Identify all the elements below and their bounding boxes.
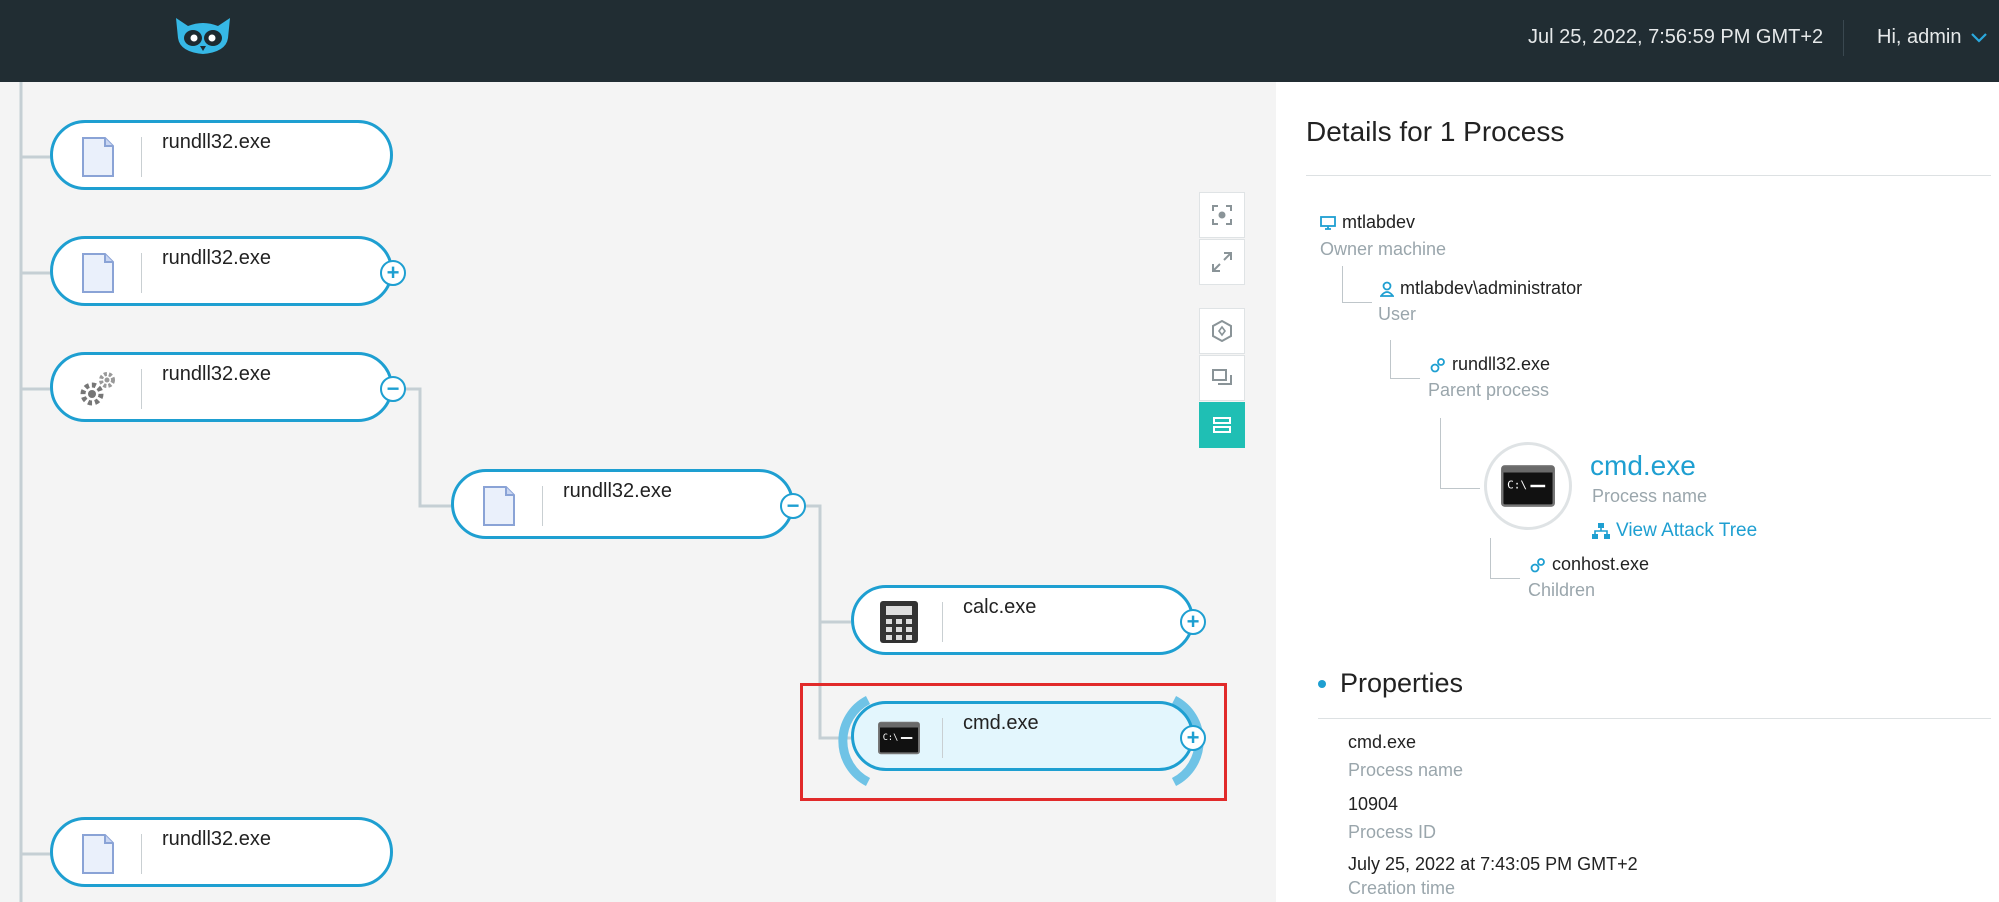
user-menu[interactable]: Hi, admin [1877,26,1988,49]
properties-heading: Properties [1340,668,1464,698]
tree-line [1490,578,1520,579]
layout-tool-button[interactable] [1199,308,1245,354]
process-node-rundll32[interactable]: rundll32.exe [451,469,794,539]
process-node-rundll32[interactable]: rundll32.exe [50,236,393,306]
details-panel: Details for 1 Process mtlabdev Owner mac… [1276,82,1999,902]
parent-process-caption: Parent process [1428,380,1550,400]
windows-tool-button[interactable] [1199,355,1245,401]
node-separator [141,369,142,409]
properties-divider [1318,718,1991,719]
process-node-label: rundll32.exe [563,480,672,502]
windows-icon [1212,369,1232,385]
collapse-node-button[interactable]: − [380,376,406,402]
process-name-link[interactable]: cmd.exe [1590,450,1696,482]
user-icon [1380,281,1394,297]
process-node-rundll32[interactable]: rundll32.exe [50,817,393,887]
process-tree-canvas[interactable]: rundll32.exe rundll32.exe + rundll32.exe… [0,82,1276,902]
children-caption: Children [1528,580,1596,600]
process-node-rundll32[interactable]: rundll32.exe [50,352,393,422]
node-separator [141,137,142,177]
expand-tool-button[interactable] [1199,239,1245,285]
list-view-tool-button[interactable] [1199,402,1245,448]
svg-text:C:\: C:\ [1507,478,1527,491]
gears-icon [77,368,119,410]
property-value: 10904 [1348,794,1399,814]
bullet-icon [1318,679,1326,688]
process-node-calc[interactable]: calc.exe [851,585,1194,655]
property-caption: Creation time [1348,878,1456,898]
process-node-rundll32[interactable]: rundll32.exe [50,120,393,190]
tree-line [1342,302,1372,303]
property-caption: Process ID [1348,822,1437,842]
user-greeting: Hi, admin [1877,26,1962,48]
node-separator [141,834,142,874]
process-icon [1430,357,1445,372]
details-title: Details for 1 Process [1306,116,1565,147]
owner-machine-caption: Owner machine [1320,239,1447,259]
document-icon [77,252,119,294]
current-datetime: Jul 25, 2022, 7:56:59 PM GMT+2 [1528,26,1824,48]
process-node-label: rundll32.exe [162,363,271,385]
terminal-icon: C:\ [878,717,920,759]
process-node-label: calc.exe [963,596,1037,618]
parent-process-value[interactable]: rundll32.exe [1430,354,1550,375]
owner-machine-text: mtlabdev [1342,212,1416,232]
user-value[interactable]: mtlabdev\administrator [1380,278,1582,299]
user-text: mtlabdev\administrator [1400,278,1583,298]
tree-line [1390,340,1391,378]
tree-line [1490,538,1491,578]
calculator-icon [878,601,920,643]
list-view-icon [1213,417,1231,433]
children-value[interactable]: conhost.exe [1530,554,1649,575]
process-node-label: rundll32.exe [162,828,271,850]
expand-node-button[interactable]: + [380,260,406,286]
tree-line [1440,418,1441,488]
svg-text:C:\: C:\ [883,733,899,743]
expand-icon [1212,252,1232,272]
view-attack-tree-link[interactable]: View Attack Tree [1592,520,1757,542]
node-separator [942,718,943,758]
properties-section-toggle[interactable]: Properties [1318,668,1463,699]
top-bar: Jul 25, 2022, 7:56:59 PM GMT+2 Hi, admin [0,0,1999,82]
process-node-cmd[interactable]: C:\ cmd.exe [851,701,1194,771]
process-node-label: rundll32.exe [162,247,271,269]
property-value: cmd.exe [1348,732,1417,752]
monitor-icon [1320,215,1336,230]
owner-machine-value[interactable]: mtlabdev [1320,212,1415,233]
user-caption: User [1378,304,1417,324]
collapse-node-button[interactable]: − [780,493,806,519]
chevron-down-icon [1971,26,1988,49]
owl-logo-icon[interactable] [174,16,232,61]
focus-tool-button[interactable] [1199,192,1245,238]
process-avatar: C:\ [1484,442,1572,530]
parent-process-text: rundll32.exe [1452,354,1551,374]
tree-line [1440,488,1480,489]
hexagon-icon [1212,320,1232,342]
tree-line [1390,378,1420,379]
expand-node-button[interactable]: + [1180,609,1206,635]
process-node-label: cmd.exe [963,712,1039,734]
tree-line [1342,266,1343,302]
focus-icon [1212,205,1232,225]
view-attack-tree-text: View Attack Tree [1616,520,1758,541]
node-separator [542,486,543,526]
property-caption: Process name [1348,760,1464,780]
process-icon [1530,557,1545,572]
process-name-caption: Process name [1592,486,1708,506]
hierarchy-icon [1592,523,1610,539]
terminal-icon: C:\ [1501,465,1555,507]
node-separator [942,602,943,642]
document-icon [478,485,520,527]
document-icon [77,833,119,875]
document-icon [77,136,119,178]
node-separator [141,253,142,293]
expand-node-button[interactable]: + [1180,725,1206,751]
children-text: conhost.exe [1552,554,1650,574]
topbar-divider [1843,20,1844,56]
details-divider [1306,175,1991,176]
property-value: July 25, 2022 at 7:43:05 PM GMT+2 [1348,854,1638,874]
process-node-label: rundll32.exe [162,131,271,153]
